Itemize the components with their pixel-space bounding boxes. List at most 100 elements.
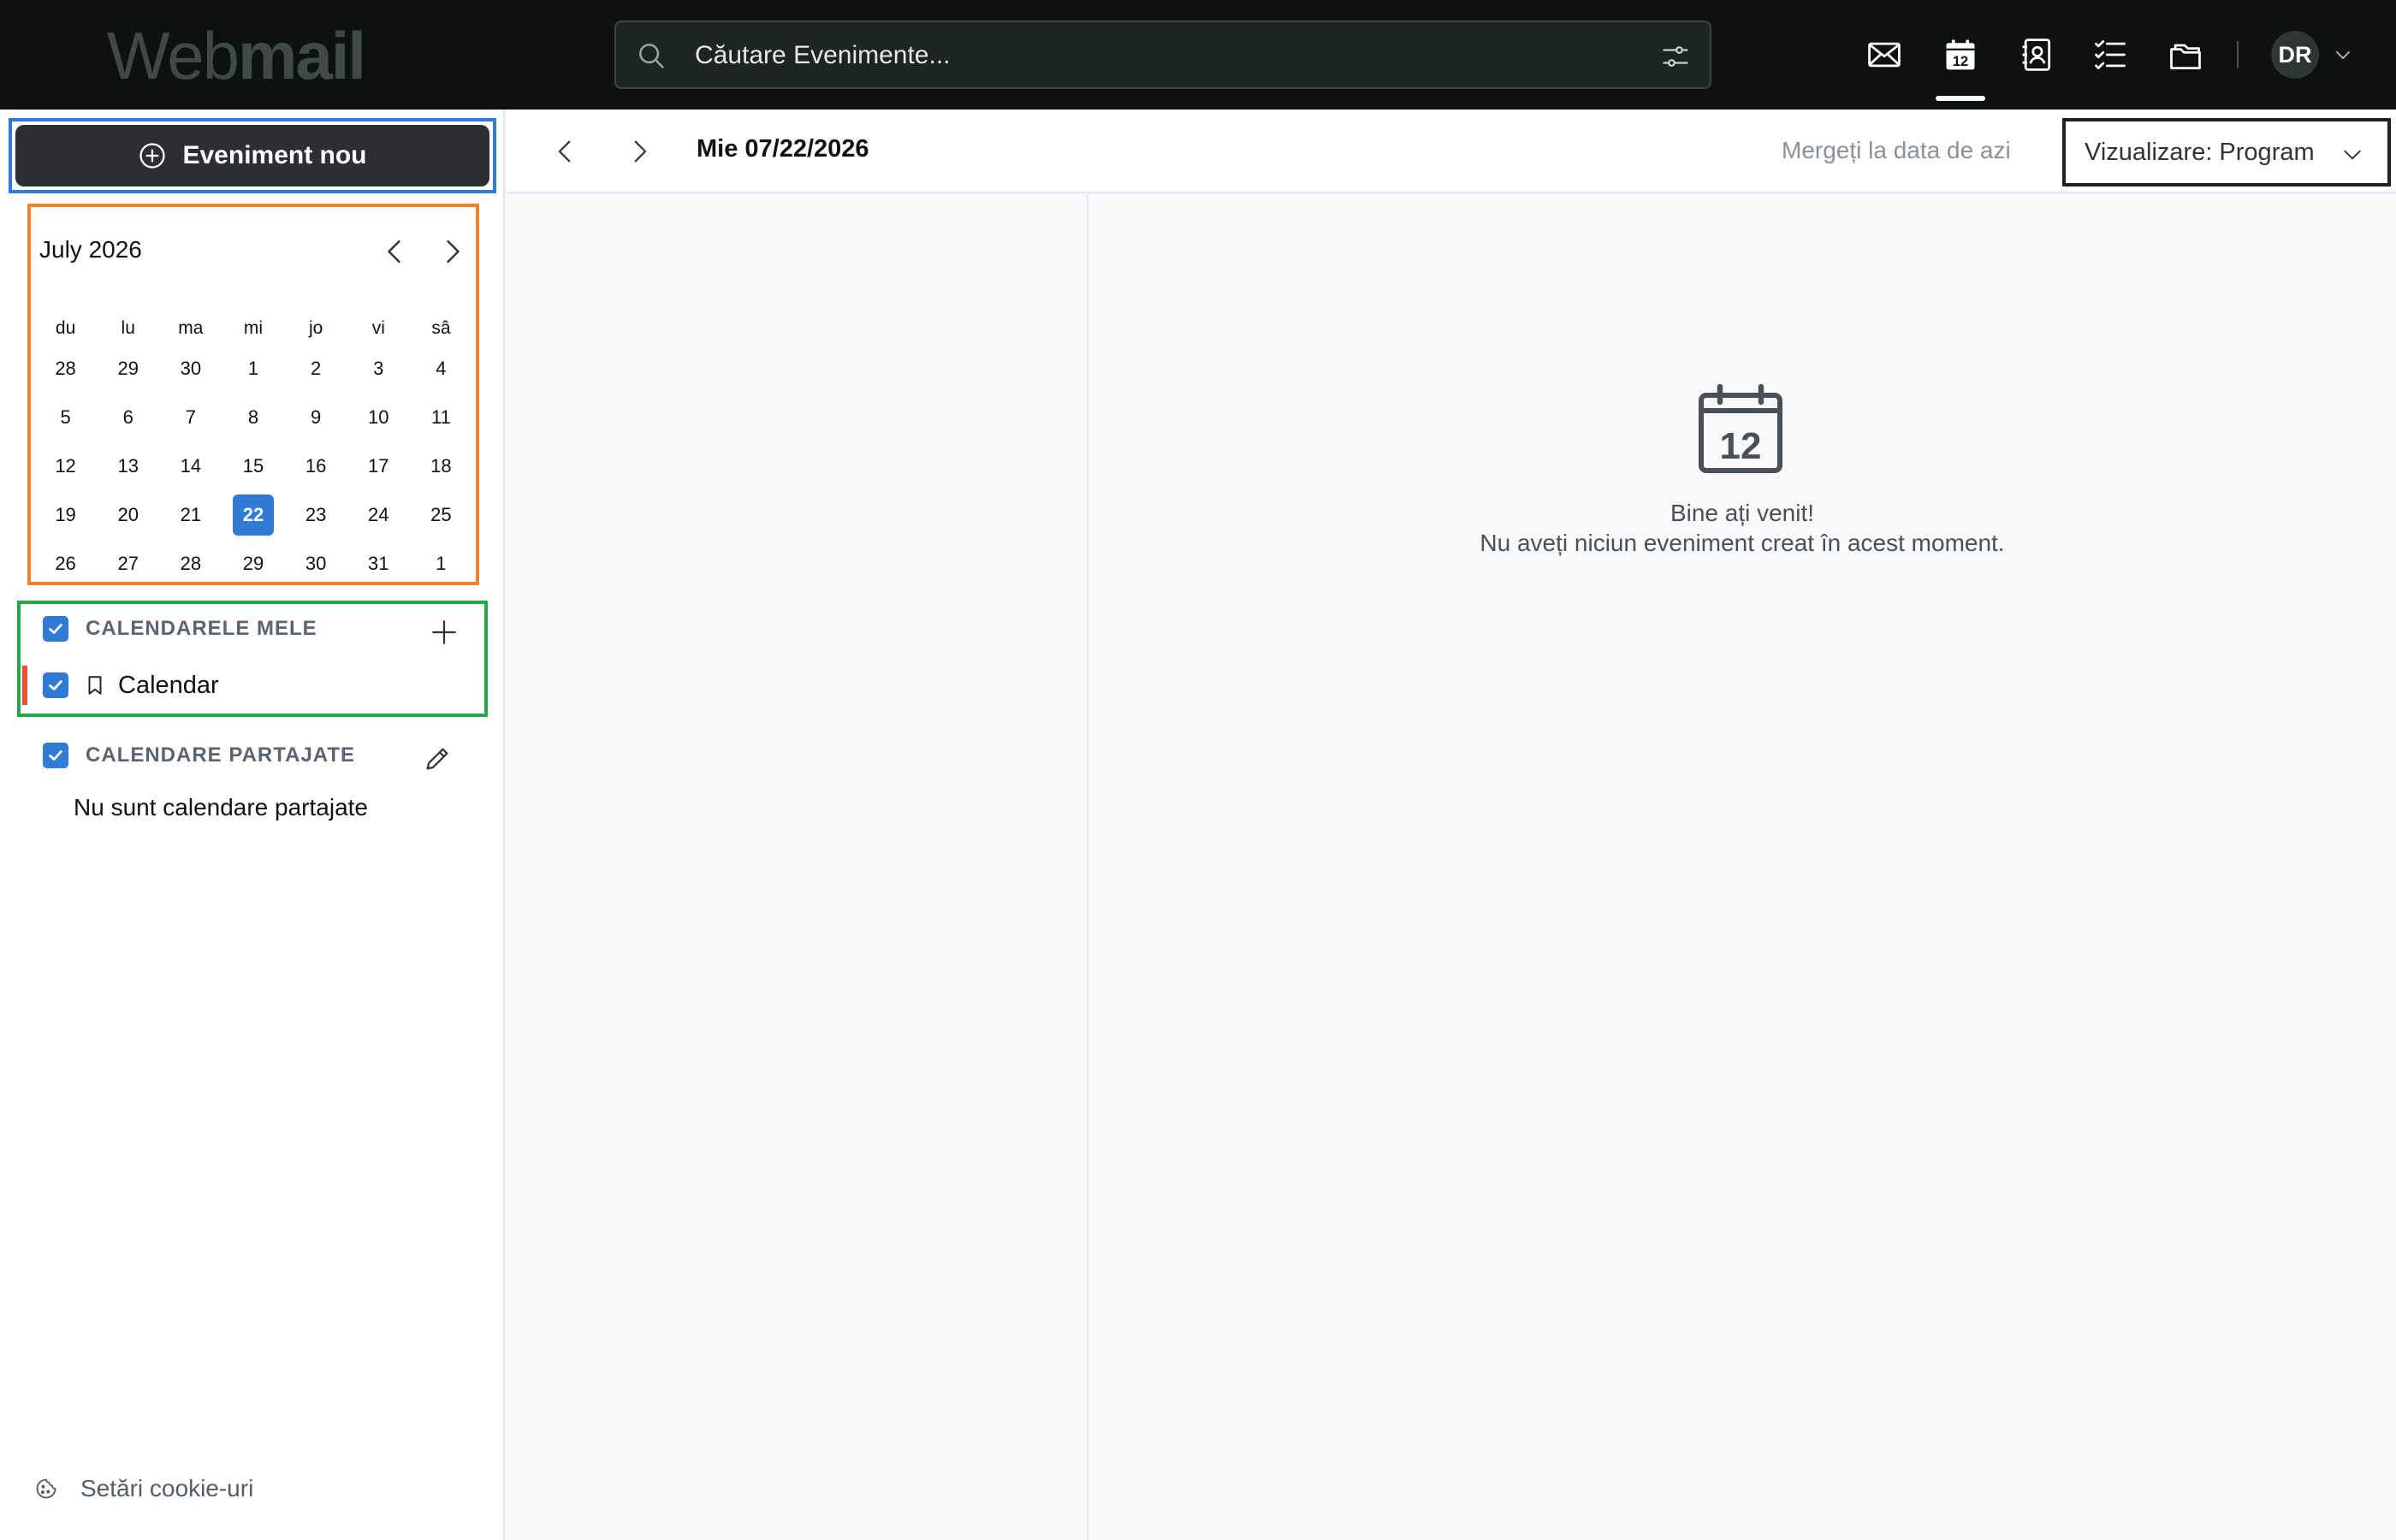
day-number: 13 (117, 454, 139, 477)
checkmark-icon (49, 680, 62, 690)
my-calendars-checkbox[interactable] (43, 616, 68, 642)
week-row: 12 13 14 15 16 17 18 (34, 441, 472, 490)
day-cell[interactable]: 27 (97, 539, 159, 588)
chevron-down-icon[interactable] (2333, 44, 2353, 65)
welcome-text: Nu aveți niciun eveniment creat în acest… (1480, 530, 2005, 556)
cookie-settings-link[interactable]: Setări cookie-uri (34, 1475, 253, 1502)
day-cell[interactable]: 31 (347, 539, 410, 588)
calendar-toolbar: Mie 07/22/2026 Mergeți la data de azi Vi… (507, 110, 2396, 193)
add-calendar-icon[interactable] (430, 618, 459, 647)
chevron-down-icon (2344, 150, 2361, 160)
day-cell[interactable]: 25 (410, 490, 472, 539)
weekday-label: sâ (431, 318, 451, 338)
day-cell[interactable]: 15 (222, 441, 284, 490)
day-cell[interactable]: 10 (347, 393, 410, 441)
day-cell[interactable]: 13 (97, 441, 159, 490)
day-number: 26 (55, 552, 76, 574)
day-cell[interactable]: 29 (222, 539, 284, 588)
day-cell[interactable]: 5 (34, 393, 97, 441)
new-event-label: Eveniment nou (182, 141, 367, 169)
go-to-today-button[interactable]: Mergeți la data de azi (1782, 137, 2011, 164)
week-row: 5 6 7 8 9 10 11 (34, 393, 472, 441)
week-row: 28 29 30 1 2 3 4 (34, 344, 472, 393)
calendar-list-item[interactable]: Calendar (22, 664, 219, 707)
weekday-label: ma (178, 318, 204, 338)
day-number: 4 (436, 357, 447, 379)
mail-icon[interactable] (1864, 34, 1905, 75)
day-cell[interactable]: 21 (159, 490, 222, 539)
day-number: 15 (242, 454, 264, 477)
filter-icon[interactable] (1660, 41, 1691, 72)
day-number: 25 (430, 503, 452, 525)
search-input[interactable] (695, 34, 1593, 77)
day-cell[interactable]: 23 (285, 490, 347, 539)
day-cell[interactable]: 1 (410, 539, 472, 588)
logo-text-bold: mail (237, 18, 366, 93)
day-number: 18 (430, 454, 452, 477)
day-number: 31 (368, 552, 389, 574)
day-cell[interactable]: 18 (410, 441, 472, 490)
files-icon[interactable] (2165, 34, 2206, 75)
chevron-left-icon[interactable] (380, 236, 411, 267)
calendar-icon[interactable]: 12 (1940, 34, 1981, 75)
day-number: 2 (311, 357, 322, 379)
previous-day-icon[interactable] (551, 137, 580, 166)
day-cell[interactable]: 4 (410, 344, 472, 393)
my-calendars-title: CALENDARELE MELE (86, 617, 317, 640)
day-cell[interactable]: 9 (285, 393, 347, 441)
day-cell[interactable]: 1 (222, 344, 284, 393)
svg-text:12: 12 (1720, 425, 1762, 467)
next-day-icon[interactable] (625, 137, 654, 166)
weekday-header-row: du lu ma mi jo vi sâ (34, 313, 472, 344)
day-number: 27 (117, 552, 139, 574)
shared-calendars-title: CALENDARE PARTAJATE (86, 743, 356, 767)
day-cell[interactable]: 22 (222, 490, 284, 539)
selected-day: 22 (232, 494, 274, 536)
day-number: 6 (122, 406, 133, 428)
divider (2237, 41, 2239, 68)
tasks-icon[interactable] (2090, 34, 2131, 75)
pencil-icon[interactable] (423, 744, 452, 773)
day-cell[interactable]: 14 (159, 441, 222, 490)
day-number: 5 (60, 406, 71, 428)
day-cell[interactable]: 20 (97, 490, 159, 539)
avatar[interactable]: DR (2271, 31, 2319, 79)
day-cell[interactable]: 26 (34, 539, 97, 588)
day-cell[interactable]: 3 (347, 344, 410, 393)
day-cell[interactable]: 7 (159, 393, 222, 441)
calendar-checkbox[interactable] (43, 672, 68, 698)
day-number: 7 (185, 406, 196, 428)
day-number: 1 (247, 357, 259, 379)
day-cell[interactable]: 28 (34, 344, 97, 393)
day-cell[interactable]: 30 (159, 344, 222, 393)
bookmark-icon (88, 676, 102, 695)
day-cell[interactable]: 30 (285, 539, 347, 588)
welcome-title: Bine ați venit! (1669, 500, 1815, 526)
calendar-icon: 12 (1699, 383, 1782, 473)
weekday-label: lu (121, 318, 135, 338)
new-event-button[interactable]: Eveniment nou (15, 125, 489, 187)
day-cell[interactable]: 16 (285, 441, 347, 490)
calendar-name: Calendar (118, 671, 219, 699)
shared-calendars-checkbox[interactable] (43, 743, 68, 768)
day-cell[interactable]: 19 (34, 490, 97, 539)
day-cell[interactable]: 29 (97, 344, 159, 393)
day-cell[interactable]: 17 (347, 441, 410, 490)
contacts-icon[interactable] (2016, 34, 2057, 75)
agenda-left-column (507, 195, 1088, 1540)
day-number: 30 (180, 357, 202, 379)
day-cell[interactable]: 28 (159, 539, 222, 588)
day-cell[interactable]: 12 (34, 441, 97, 490)
day-number: 28 (55, 357, 76, 379)
app-logo[interactable]: Webmail (107, 18, 366, 93)
checkmark-icon (49, 750, 62, 761)
view-select[interactable]: Vizualizare: Program (2062, 118, 2391, 187)
shared-calendars-empty: Nu sunt calendare partajate (74, 794, 368, 820)
day-cell[interactable]: 6 (97, 393, 159, 441)
day-cell[interactable]: 24 (347, 490, 410, 539)
new-event-focus-frame: Eveniment nou (9, 118, 496, 193)
chevron-right-icon[interactable] (436, 236, 467, 267)
day-cell[interactable]: 8 (222, 393, 284, 441)
day-cell[interactable]: 2 (285, 344, 347, 393)
day-cell[interactable]: 11 (410, 393, 472, 441)
